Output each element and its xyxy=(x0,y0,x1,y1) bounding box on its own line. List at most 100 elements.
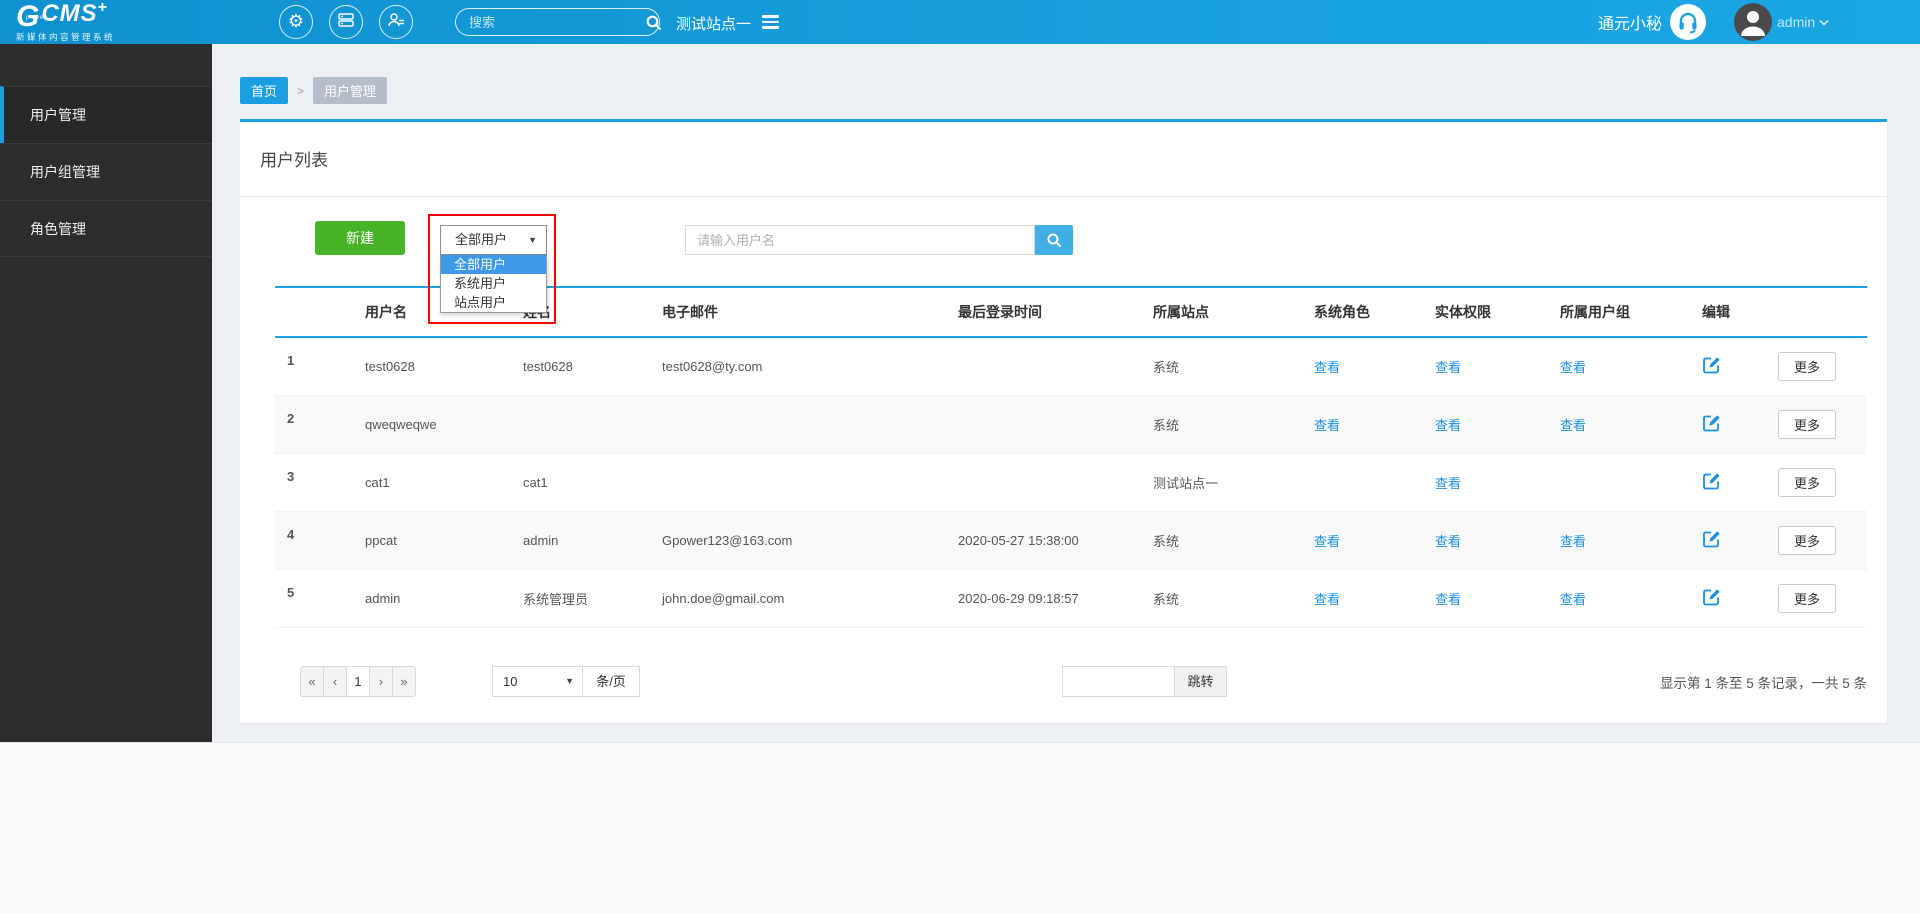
sidebar-item-2[interactable]: 角色管理 xyxy=(0,200,212,257)
settings-button[interactable]: ⚙ xyxy=(279,5,313,39)
table-body: 1 test0628 test0628 test0628@ty.com 系统 查看 查看 查看… xyxy=(275,337,1867,628)
page-size-value: 10 xyxy=(503,674,518,689)
pager-button-1[interactable]: ‹ xyxy=(323,666,347,697)
last-login-cell xyxy=(950,453,1145,512)
edit-icon[interactable] xyxy=(1702,471,1722,491)
sidebar-item-0[interactable]: 用户管理 xyxy=(0,86,212,143)
more-button[interactable]: 更多 xyxy=(1778,583,1837,613)
pagination: «‹ 1 ›» xyxy=(300,666,416,697)
name-cell: cat1 xyxy=(515,453,654,512)
email-cell: john.doe@gmail.com xyxy=(654,569,950,628)
more-cell: 更多 xyxy=(1770,453,1867,512)
table-row-3: 3 cat1 cat1 测试站点一 查看 更多 xyxy=(275,453,1867,512)
logo-subtitle: 新媒体内容管理系统 xyxy=(16,32,116,42)
jump-page-input[interactable] xyxy=(1062,666,1175,697)
more-button[interactable]: 更多 xyxy=(1778,409,1837,439)
user-group-view-link[interactable]: 查看 xyxy=(1560,360,1586,375)
headset-icon[interactable] xyxy=(1670,4,1707,40)
system-role-view-link[interactable]: 查看 xyxy=(1314,360,1340,375)
site-cell: 系统 xyxy=(1145,395,1306,454)
user-group-view-link[interactable]: 查看 xyxy=(1560,534,1586,549)
site-cell: 系统 xyxy=(1145,511,1306,570)
divider xyxy=(240,196,1887,197)
jump-button[interactable]: 跳转 xyxy=(1174,666,1227,697)
content-panel-button[interactable] xyxy=(329,5,363,39)
jump-control: 跳转 xyxy=(1062,666,1227,697)
more-button[interactable]: 更多 xyxy=(1778,525,1837,555)
avatar[interactable] xyxy=(1734,3,1773,41)
caret-down-icon: ▼ xyxy=(565,676,574,686)
more-button[interactable]: 更多 xyxy=(1778,351,1837,381)
entity-perm-view-link[interactable]: 查看 xyxy=(1435,592,1461,607)
page-size-select[interactable]: 10 ▼ xyxy=(492,666,583,697)
entity-perm-view-link[interactable]: 查看 xyxy=(1435,360,1461,375)
screen: G power CMS + 新媒体内容管理系统 ⚙ 搜索 测试站点一 通元小秘 … xyxy=(0,0,1920,914)
last-login-cell: 2020-05-27 15:38:00 xyxy=(950,511,1145,570)
entity-perm-view-link[interactable]: 查看 xyxy=(1435,534,1461,549)
search-button[interactable] xyxy=(1035,225,1073,255)
search-icon[interactable] xyxy=(645,14,662,31)
row-index: 5 xyxy=(275,569,357,628)
user-type-option-0[interactable]: 全部用户 xyxy=(441,255,546,274)
more-cell: 更多 xyxy=(1770,395,1867,454)
global-search xyxy=(455,8,662,36)
user_group-cell xyxy=(1552,453,1694,512)
entity_perm-cell: 查看 xyxy=(1427,569,1552,628)
username-cell: test0628 xyxy=(357,337,515,396)
user-type-option-1[interactable]: 系统用户 xyxy=(441,274,546,293)
content-area: 首页 > 用户管理 用户列表 新建 全部用户 ▼ 全部用户系统用户站点用户 xyxy=(212,44,1920,742)
edit-icon[interactable] xyxy=(1702,587,1722,607)
breadcrumb-separator: > xyxy=(297,83,305,98)
edit-icon[interactable] xyxy=(1702,355,1722,375)
pager-button-3[interactable]: › xyxy=(369,666,393,697)
pager-button-4[interactable]: » xyxy=(392,666,416,697)
user-type-option-2[interactable]: 站点用户 xyxy=(441,293,546,312)
column-header-2: 电子邮件 xyxy=(654,286,950,338)
site-cell: 系统 xyxy=(1145,337,1306,396)
row-index: 2 xyxy=(275,395,357,454)
more-cell: 更多 xyxy=(1770,569,1867,628)
sidebar: 用户管理 用户组管理 角色管理 xyxy=(0,44,212,742)
user_group-cell: 查看 xyxy=(1552,337,1694,396)
more-button[interactable]: 更多 xyxy=(1778,467,1837,497)
logo-cms: CMS xyxy=(41,0,98,27)
pager-page-current[interactable]: 1 xyxy=(346,666,370,697)
system-role-view-link[interactable]: 查看 xyxy=(1314,592,1340,607)
new-user-button[interactable]: 新建 xyxy=(315,221,405,255)
caret-down-icon: ▼ xyxy=(528,235,537,245)
assistant-label: 通元小秘 xyxy=(1598,16,1663,33)
sidebar-item-1[interactable]: 用户组管理 xyxy=(0,143,212,200)
column-header-3: 最后登录时间 xyxy=(950,286,1145,338)
column-header-8: 编辑 xyxy=(1694,286,1770,338)
per-page-label: 条/页 xyxy=(582,666,640,697)
entity-perm-view-link[interactable]: 查看 xyxy=(1435,418,1461,433)
user-management-button[interactable] xyxy=(379,5,413,39)
edit-icon[interactable] xyxy=(1702,529,1722,549)
entity-perm-view-link[interactable]: 查看 xyxy=(1435,476,1461,491)
menu-icon[interactable] xyxy=(762,15,779,32)
search-icon xyxy=(1047,233,1061,247)
user_group-cell: 查看 xyxy=(1552,511,1694,570)
email-cell xyxy=(654,453,950,512)
username-cell: cat1 xyxy=(357,453,515,512)
user-table: 用户名姓名电子邮件最后登录时间所属站点系统角色实体权限所属用户组编辑 1test… xyxy=(275,286,1867,628)
system_role-cell: 查看 xyxy=(1306,511,1427,570)
global-search-input[interactable] xyxy=(456,10,645,34)
user-group-view-link[interactable]: 查看 xyxy=(1560,592,1586,607)
user-type-select[interactable]: 全部用户 ▼ xyxy=(440,225,547,255)
user-type-options: 全部用户 系统用户 站点用户 xyxy=(440,255,547,313)
system_role-cell: 查看 xyxy=(1306,569,1427,628)
site-selector[interactable]: 测试站点一 xyxy=(676,13,751,34)
row-index: 1 xyxy=(275,337,357,396)
user-group-view-link[interactable]: 查看 xyxy=(1560,418,1586,433)
breadcrumb: 首页 > 用户管理 xyxy=(240,77,388,104)
username-search-input[interactable] xyxy=(685,225,1035,255)
edit-cell xyxy=(1694,337,1770,396)
system-role-view-link[interactable]: 查看 xyxy=(1314,418,1340,433)
edit-icon[interactable] xyxy=(1702,413,1722,433)
user-menu[interactable]: admin xyxy=(1777,14,1829,30)
table-row-4: 4 ppcat admin Gpower123@163.com 2020-05-27 1… xyxy=(275,511,1867,570)
system-role-view-link[interactable]: 查看 xyxy=(1314,534,1340,549)
breadcrumb-home[interactable]: 首页 xyxy=(240,77,289,104)
pager-button-0[interactable]: « xyxy=(300,666,324,697)
